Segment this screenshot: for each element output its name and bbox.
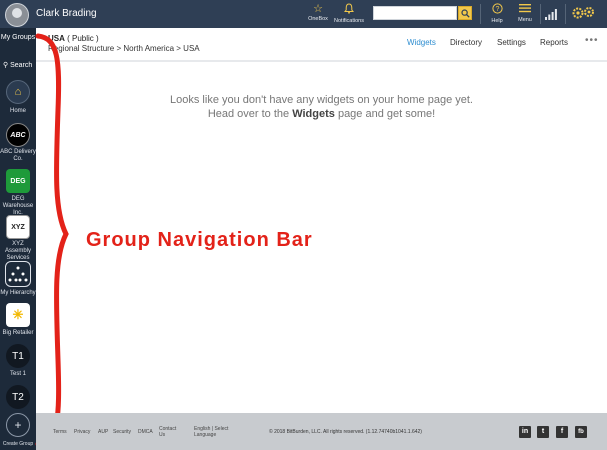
plus-icon: + [14,418,22,432]
twitter-icon[interactable]: t [537,426,549,438]
hierarchy-icon [8,266,28,282]
star-icon: ☆ [313,3,323,15]
search-icon [461,9,470,18]
help-button[interactable]: ? Help [484,3,510,25]
fb-icon[interactable]: fb [575,426,587,438]
rail-item-big-retailer[interactable]: ✳ [6,303,30,327]
tab-reports[interactable]: Reports [540,38,568,47]
hint-text: Head over to the [207,108,293,120]
notifications-button[interactable]: Notifications [330,3,368,25]
rail-item-test2[interactable]: T2 [6,385,30,409]
empty-state-message: Looks like you don't have any widgets on… [170,94,473,106]
signal-icon[interactable] [545,7,557,25]
rail-search-button[interactable]: ⚲ Search [3,61,32,69]
rail-item-deg-warehouse[interactable]: DEG [6,169,30,193]
rail-label-xyz: XYZ Assembly Services [4,241,31,261]
svg-text:?: ? [495,6,499,13]
rail-search-label: Search [10,62,33,69]
divider [480,4,481,24]
rail-item-my-hierarchy[interactable] [5,261,31,287]
facebook-icon[interactable]: f [556,426,568,438]
footer: Terms Privacy AUP Security DMCA Contact … [36,413,607,450]
linkedin-icon[interactable]: in [519,426,531,438]
widgets-link[interactable]: Widgets [292,108,335,120]
create-group-button[interactable]: + [6,413,30,437]
rail-item-xyz-assembly[interactable]: XYZ [6,215,30,239]
abc-logo: ABC [10,131,26,139]
divider [540,4,541,24]
rail-label-create-group: Create Group [2,441,34,447]
onebox-button[interactable]: ☆ OneBox [303,3,333,23]
help-icon: ? [491,3,503,14]
rail-label-big-retailer: Big Retailer [2,330,34,336]
annotation-brace [35,33,69,447]
deg-logo: DEG [10,177,26,185]
footer-link-terms[interactable]: Terms [53,429,67,435]
rail-label-test1: Test 1 [9,371,26,377]
annotation-label: Group Navigation Bar [86,229,313,251]
hint-text: page and get some! [334,108,436,120]
search-button[interactable] [458,6,472,20]
rail-label-home: Home [9,108,26,114]
group-navigation-bar: My Groups ⚲ Search ⌂ Home ABC ABC Delive… [0,28,36,450]
menu-button[interactable]: Menu [512,3,538,24]
hamburger-icon [519,4,531,13]
rail-item-test1[interactable]: T1 [6,344,30,368]
footer-link-contact[interactable]: Contact Us [159,426,181,438]
t1-logo: T1 [12,350,24,362]
bell-icon [343,3,355,14]
user-name[interactable]: Clark Brading [36,8,97,19]
my-groups-button[interactable]: My Groups [0,33,36,42]
page-header: USA ( Public ) Regional Structure > Nort… [36,28,607,62]
settings-icon[interactable] [572,6,598,25]
footer-link-security[interactable]: Security [113,429,131,435]
user-avatar[interactable] [5,3,29,27]
tab-directory[interactable]: Directory [450,38,482,47]
home-icon: ⌂ [14,86,22,98]
divider [565,4,566,24]
tab-widgets[interactable]: Widgets [407,38,436,47]
empty-state-hint: Head over to the Widgets page and get so… [36,108,607,120]
t2-logo: T2 [12,391,24,403]
top-bar: Clark Brading ☆ OneBox Notifications ? H… [0,0,607,28]
rail-label-deg: DEG Warehouse Inc. [2,196,34,216]
tab-settings[interactable]: Settings [497,38,526,47]
rail-label-abc: ABC Delivery Co. [0,149,36,162]
rail-item-abc-delivery[interactable]: ABC [6,123,30,147]
search-icon: ⚲ [3,62,9,69]
language-select[interactable]: English | Select Language [194,426,242,438]
spark-icon: ✳ [12,307,24,322]
copyright: © 2018 BitBurden, LLC. All rights reserv… [269,429,422,435]
footer-link-privacy[interactable]: Privacy [74,429,90,435]
rail-item-home[interactable]: ⌂ [6,80,30,104]
xyz-logo: XYZ [11,223,25,231]
footer-link-dmca[interactable]: DMCA [138,429,153,435]
footer-link-aup[interactable]: AUP [98,429,108,435]
more-options-button[interactable]: ••• [585,35,599,46]
rail-label-hierarchy: My Hierarchy [0,290,36,296]
search-input[interactable] [373,6,457,20]
